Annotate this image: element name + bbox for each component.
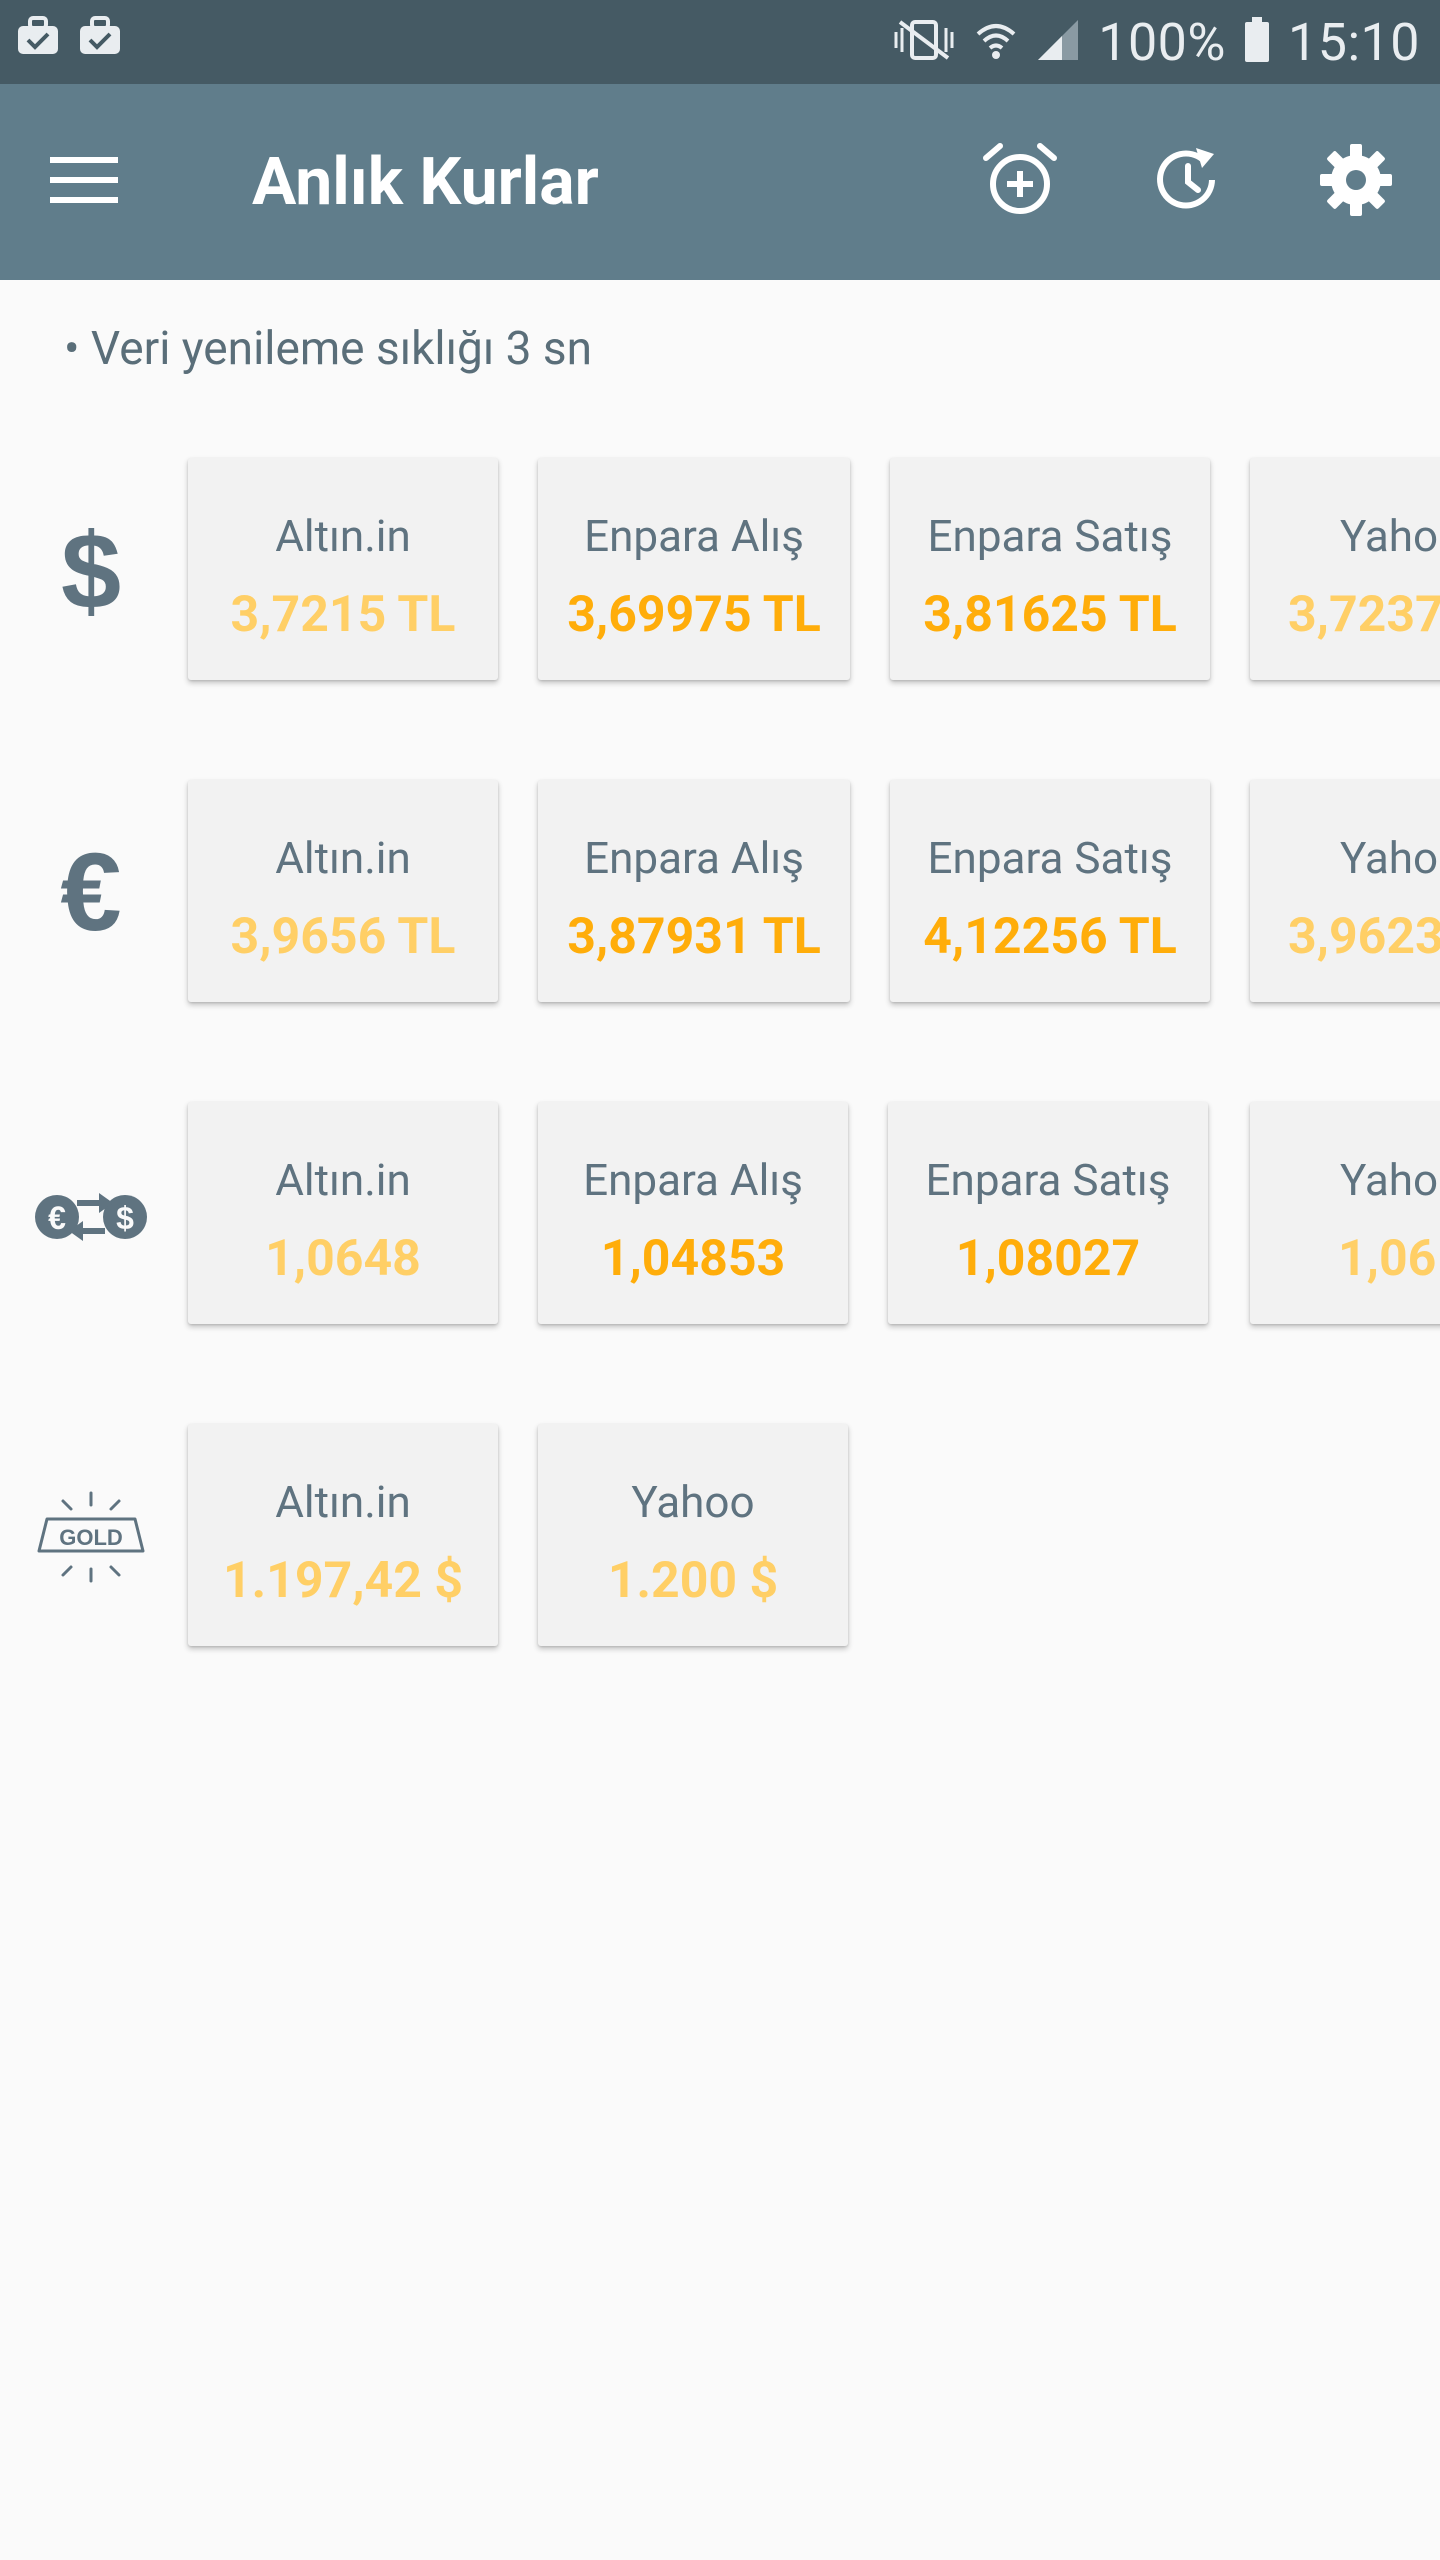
rate-value: 1,08027 [955,1230,1141,1288]
menu-icon [50,155,118,209]
rate-value: 3,81625 TL [923,586,1177,644]
rate-source: Enpara Alış [584,832,804,884]
rate-source: Enpara Alış [584,510,804,562]
vibrate-mute-icon [892,18,956,66]
rate-value: 3,7237 [1288,586,1440,644]
rate-value: 3,69975 TL [567,586,821,644]
rate-source: Enpara Satış [927,832,1173,884]
rate-card[interactable]: Yahoo 1.200 $ [538,1424,848,1646]
rate-card[interactable]: Enpara Alış 3,87931 TL [538,780,850,1002]
battery-percent: 100% [1098,11,1226,73]
briefcase-check-icon [16,16,60,60]
eur-row: € Altın.in 3,9656 TL Enpara Alış 3,87931… [0,780,1440,1006]
menu-button[interactable] [40,144,128,220]
status-bar: 100% 15:10 [0,0,1440,84]
rate-value: 1.200 $ [607,1552,779,1610]
gold-row: GOLD Altın.in 1.197,42 $ Yahoo 1.200 $ [0,1424,1440,1650]
rate-value: 3,7215 TL [230,586,456,644]
eurusd-row: € $ Altın.in 1,0648 Enpara Alış 1,04853 … [0,1102,1440,1328]
rate-card[interactable]: Yaho 1,06 [1250,1102,1440,1324]
page-title: Anlık Kurlar [252,143,599,221]
svg-text:€: € [60,838,121,948]
rate-value: 3,9623 [1288,908,1440,966]
refresh-interval-notice: • Veri yenileme sıklığı 3 sn [64,322,593,376]
rate-card[interactable]: Altın.in 1.197,42 $ [188,1424,498,1646]
rate-value: 1.197,42 $ [222,1552,464,1610]
signal-icon [1036,18,1080,66]
rate-value: 3,87931 TL [567,908,821,966]
rate-card[interactable]: Enpara Satış 1,08027 [888,1102,1208,1324]
rate-value: 1,06 [1338,1230,1437,1288]
app-bar: Anlık Kurlar [0,84,1440,280]
history-button[interactable] [1138,132,1238,232]
rate-card[interactable]: Yaho 3,7237 [1250,458,1440,680]
rate-source: Altın.in [275,1476,411,1528]
rate-source: Altın.in [275,1154,411,1206]
battery-icon [1244,17,1270,67]
rate-value: 1,0648 [265,1230,421,1288]
rate-card[interactable]: Yaho 3,9623 [1250,780,1440,1002]
rate-source: Yaho [1340,832,1439,884]
rate-source: Enpara Satış [927,510,1173,562]
alarm-add-icon [982,142,1058,222]
rate-value: 1,04853 [600,1230,786,1288]
rate-card[interactable]: Enpara Alış 1,04853 [538,1102,848,1324]
rate-card[interactable]: Enpara Satış 4,12256 TL [890,780,1210,1002]
usd-row: $ Altın.in 3,7215 TL Enpara Alış 3,69975… [0,458,1440,684]
rate-source: Yahoo [631,1476,755,1528]
svg-text:€: € [48,1200,66,1236]
svg-text:GOLD: GOLD [59,1525,123,1550]
euro-dollar-exchange-icon: € $ [22,1102,160,1328]
clock: 15:10 [1288,11,1420,73]
rate-source: Altın.in [275,510,411,562]
rate-source: Enpara Alış [583,1154,803,1206]
rate-card[interactable]: Altın.in 1,0648 [188,1102,498,1324]
rate-source: Yaho [1340,1154,1439,1206]
rate-source: Altın.in [275,832,411,884]
svg-text:$: $ [61,516,121,626]
svg-text:$: $ [116,1200,134,1236]
rate-card[interactable]: Altın.in 3,9656 TL [188,780,498,1002]
rate-source: Yaho [1340,510,1439,562]
rate-value: 3,9656 TL [230,908,456,966]
rate-card[interactable]: Enpara Satış 3,81625 TL [890,458,1210,680]
wifi-icon [974,18,1018,66]
rate-card[interactable]: Enpara Alış 3,69975 TL [538,458,850,680]
history-icon [1150,142,1226,222]
settings-button[interactable] [1306,132,1406,232]
rate-source: Enpara Satış [925,1154,1171,1206]
gold-bar-icon: GOLD [22,1424,160,1650]
briefcase-check-icon [78,16,122,60]
alarm-add-button[interactable] [970,132,1070,232]
dollar-icon: $ [22,458,160,684]
rate-value: 4,12256 TL [923,908,1177,966]
rate-card[interactable]: Altın.in 3,7215 TL [188,458,498,680]
euro-icon: € [22,780,160,1006]
settings-icon [1318,142,1394,222]
